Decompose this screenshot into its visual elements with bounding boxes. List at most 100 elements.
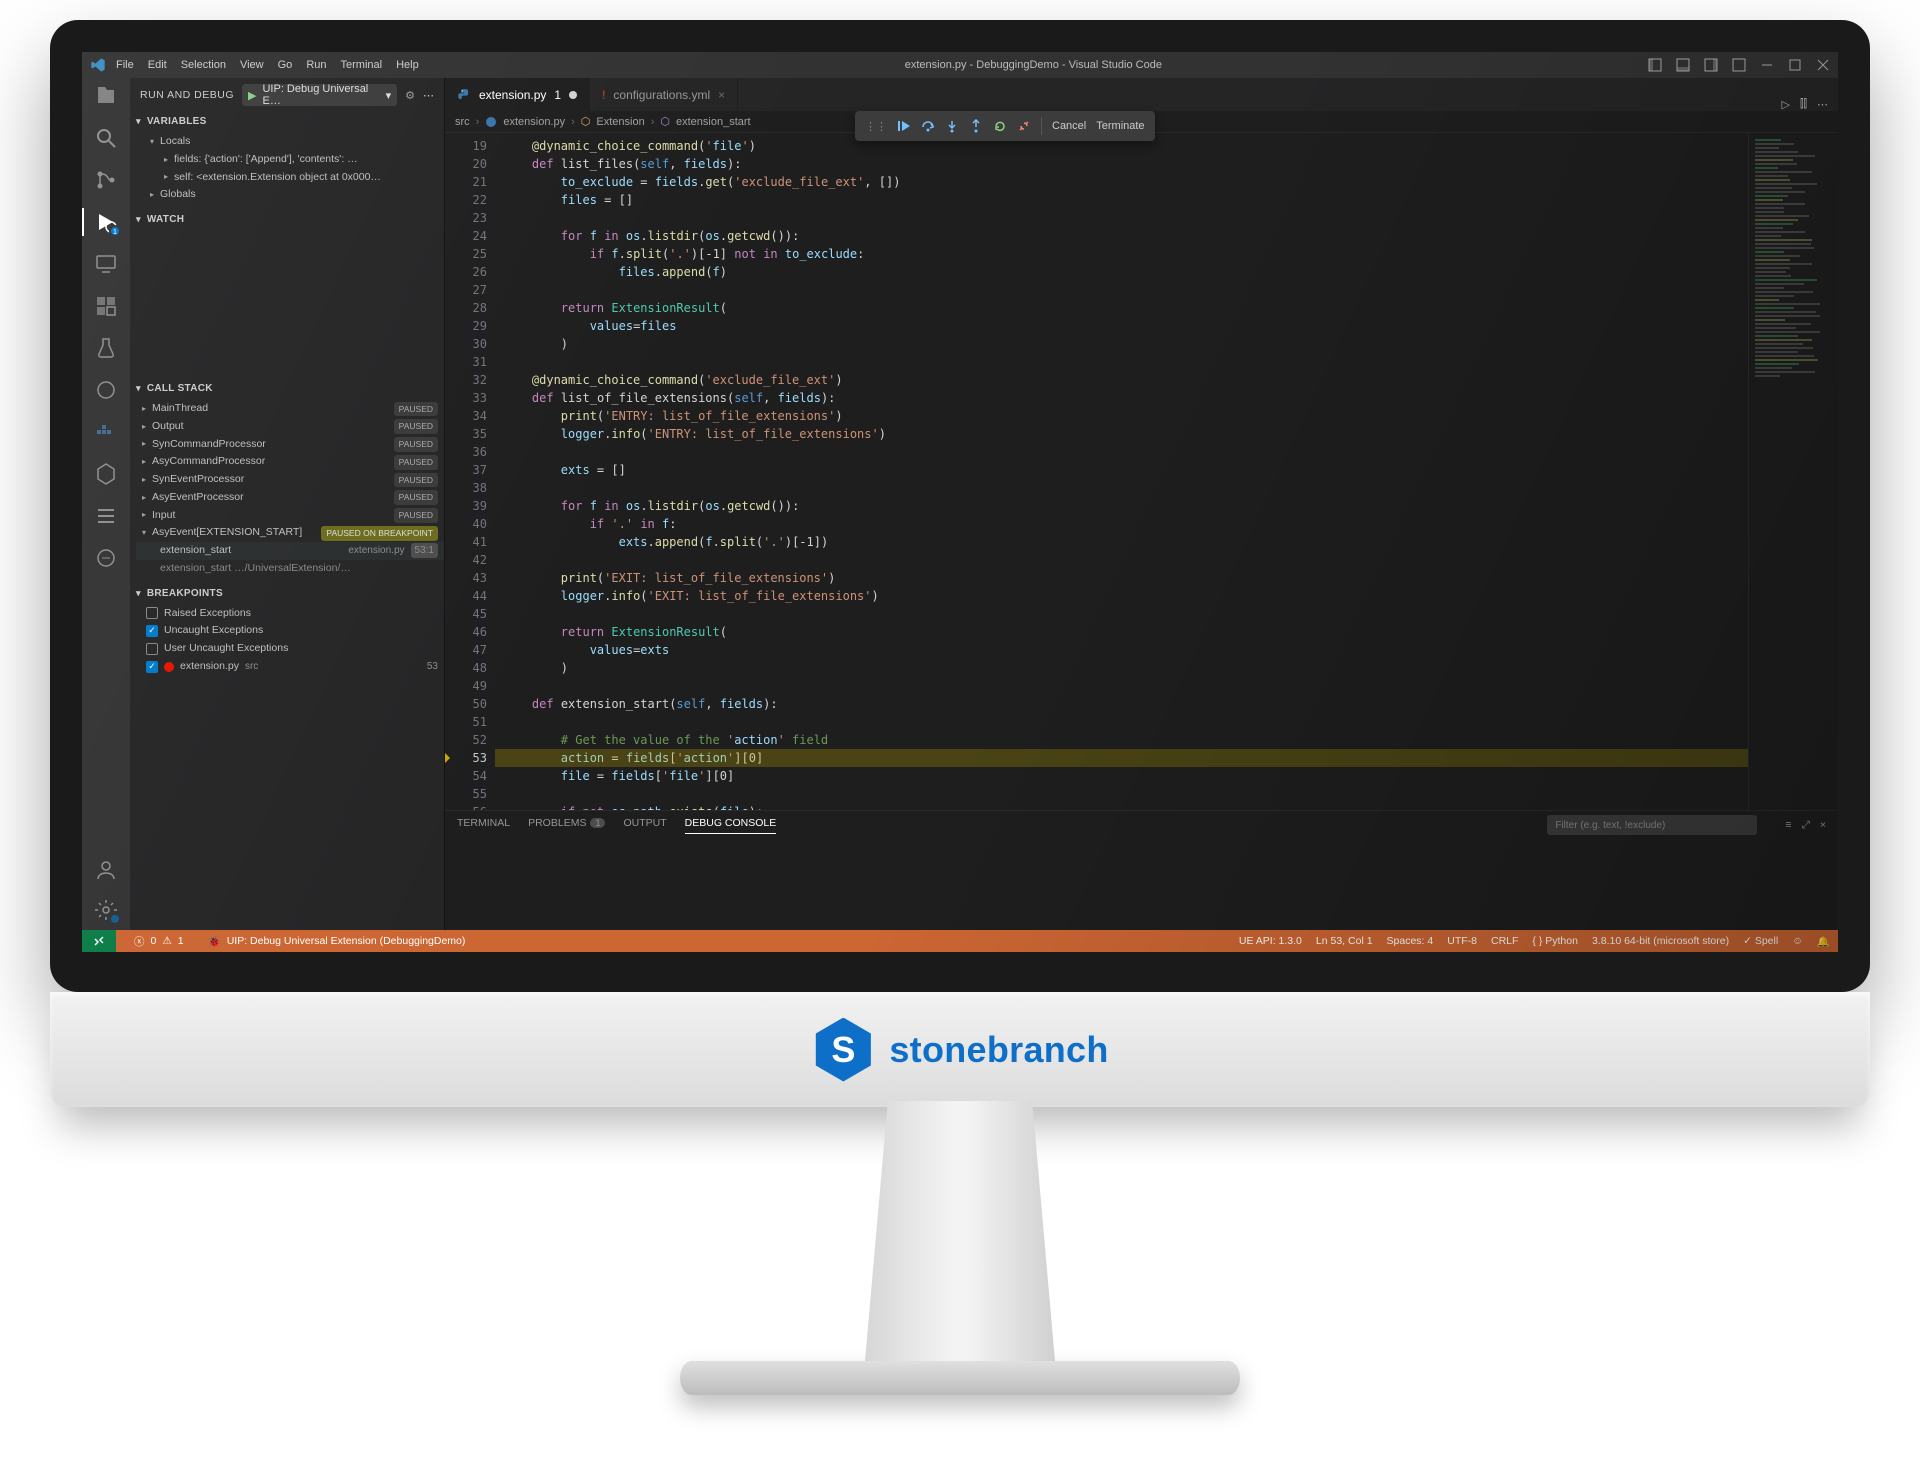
panel-icon[interactable] bbox=[1676, 58, 1690, 72]
docker-icon[interactable] bbox=[94, 420, 118, 444]
globals-node[interactable]: ▸Globals bbox=[144, 186, 444, 204]
menu-go[interactable]: Go bbox=[278, 59, 293, 71]
cancel-button[interactable]: Cancel bbox=[1052, 120, 1086, 132]
tab-configurations-yml[interactable]: ! configurations.yml × bbox=[590, 78, 738, 111]
drag-handle-icon[interactable]: ⋮⋮ bbox=[865, 120, 887, 133]
thread-row[interactable]: ▸SynCommandProcessorPAUSED bbox=[136, 436, 444, 454]
brand-logo: S stonebranch bbox=[811, 1018, 1108, 1082]
thread-row[interactable]: ▸OutputPAUSED bbox=[136, 418, 444, 436]
var-self[interactable]: ▸self: <extension.Extension object at 0x… bbox=[144, 169, 444, 187]
references-icon[interactable] bbox=[94, 378, 118, 402]
testing-icon[interactable] bbox=[94, 336, 118, 360]
list-icon[interactable] bbox=[94, 504, 118, 528]
callstack-header[interactable]: ▾CALL STACK bbox=[130, 379, 444, 398]
debug-config-dropdown[interactable]: ▶ UIP: Debug Universal E… ▾ bbox=[242, 84, 397, 106]
encoding-status[interactable]: UTF-8 bbox=[1447, 935, 1477, 948]
tab-extension-py[interactable]: extension.py 1 bbox=[445, 78, 590, 111]
menu-run[interactable]: Run bbox=[306, 59, 326, 71]
language-status[interactable]: { } Python bbox=[1532, 935, 1578, 948]
step-out-icon[interactable] bbox=[969, 119, 983, 133]
thread-row[interactable]: ▸AsyEventProcessorPAUSED bbox=[136, 489, 444, 507]
account-icon[interactable] bbox=[94, 858, 118, 882]
minimap[interactable] bbox=[1748, 133, 1838, 810]
layout2-icon[interactable] bbox=[1704, 58, 1718, 72]
variables-header[interactable]: ▾VARIABLES bbox=[130, 112, 444, 131]
close-panel-icon[interactable]: × bbox=[1820, 819, 1826, 832]
eol-status[interactable]: CRLF bbox=[1491, 935, 1518, 948]
thread-row[interactable]: ▸SynEventProcessorPAUSED bbox=[136, 471, 444, 489]
python-icon bbox=[457, 88, 471, 102]
clear-icon[interactable]: ≡ bbox=[1785, 819, 1791, 832]
close-icon[interactable] bbox=[1816, 58, 1830, 72]
tab-problems[interactable]: PROBLEMS1 bbox=[528, 817, 605, 833]
window-title: extension.py - DebuggingDemo - Visual St… bbox=[419, 59, 1648, 71]
thread-row[interactable]: ▸InputPAUSED bbox=[136, 507, 444, 525]
minimize-icon[interactable] bbox=[1760, 58, 1774, 72]
disconnect-icon[interactable] bbox=[1017, 119, 1031, 133]
breakpoint-file[interactable]: ✓extension.pysrc53 bbox=[140, 658, 444, 676]
thread-row[interactable]: ▸AsyCommandProcessorPAUSED bbox=[136, 453, 444, 471]
ueapi-status[interactable]: UE API: 1.3.0 bbox=[1239, 935, 1302, 948]
maximize-icon[interactable] bbox=[1788, 58, 1802, 72]
interpreter-status[interactable]: 3.8.10 64-bit (microsoft store) bbox=[1592, 935, 1729, 948]
stack-frame[interactable]: extension_startextension.py53:1 bbox=[136, 542, 444, 560]
status-bar: ⓧ 0 ⚠ 1 🐞 UIP: Debug Universal Extension… bbox=[82, 930, 1838, 952]
explorer-icon[interactable] bbox=[94, 84, 118, 108]
spell-status[interactable]: ✓ Spell bbox=[1743, 935, 1778, 948]
tab-label: configurations.yml bbox=[613, 88, 710, 102]
customize-icon[interactable] bbox=[1732, 58, 1746, 72]
more-icon[interactable]: ⋯ bbox=[1817, 98, 1828, 111]
menu-file[interactable]: File bbox=[116, 59, 134, 71]
cursor-position[interactable]: Ln 53, Col 1 bbox=[1316, 935, 1373, 948]
thread-row[interactable]: ▸MainThreadPAUSED bbox=[136, 400, 444, 418]
remote-indicator[interactable] bbox=[82, 930, 116, 952]
thread-row-active[interactable]: ▾AsyEvent[EXTENSION_START]PAUSED ON BREA… bbox=[136, 524, 444, 542]
menu-edit[interactable]: Edit bbox=[148, 59, 167, 71]
breakpoints-header[interactable]: ▾BREAKPOINTS bbox=[130, 584, 444, 603]
var-fields[interactable]: ▸fields: {'action': ['Append'], 'content… bbox=[144, 151, 444, 169]
breakpoint-option[interactable]: ✓Uncaught Exceptions bbox=[140, 622, 444, 640]
debug-toolbar[interactable]: ⋮⋮ Cancel Terminate bbox=[855, 111, 1155, 141]
scm-icon[interactable] bbox=[94, 168, 118, 192]
run-debug-icon[interactable]: 1 bbox=[94, 210, 118, 234]
breakpoint-option[interactable]: Raised Exceptions bbox=[140, 605, 444, 623]
remote-icon[interactable] bbox=[94, 252, 118, 276]
layout-icon[interactable] bbox=[1648, 58, 1662, 72]
search-icon[interactable] bbox=[94, 126, 118, 150]
tab-debug-console[interactable]: DEBUG CONSOLE bbox=[685, 817, 777, 834]
breakpoint-option[interactable]: User Uncaught Exceptions bbox=[140, 640, 444, 658]
tab-close-icon[interactable]: × bbox=[718, 88, 725, 102]
indent-status[interactable]: Spaces: 4 bbox=[1387, 935, 1434, 948]
watch-header[interactable]: ▾WATCH bbox=[130, 210, 444, 229]
config-gear-icon[interactable]: ⚙ bbox=[405, 89, 415, 102]
gear-icon[interactable] bbox=[94, 898, 118, 922]
menu-help[interactable]: Help bbox=[396, 59, 419, 71]
menu-bar[interactable]: File Edit Selection View Go Run Terminal… bbox=[116, 59, 419, 71]
stack-frame-dim[interactable]: extension_start …/UniversalExtension/… bbox=[136, 560, 444, 578]
extensions-icon[interactable] bbox=[94, 294, 118, 318]
continue-icon[interactable] bbox=[897, 119, 911, 133]
more-icon[interactable]: ⋯ bbox=[423, 89, 434, 102]
circle-icon[interactable] bbox=[94, 546, 118, 570]
notifications-icon[interactable]: 🔔 bbox=[1817, 935, 1830, 948]
step-over-icon[interactable] bbox=[921, 119, 935, 133]
filter-input[interactable]: Filter (e.g. text, !exclude) bbox=[1547, 815, 1757, 835]
code-editor[interactable]: 1920212223242526272829303132333435363738… bbox=[445, 133, 1838, 810]
problems-status[interactable]: ⓧ 0 ⚠ 1 bbox=[128, 930, 190, 952]
split-icon[interactable]: ⫿⫿ bbox=[1800, 98, 1807, 111]
menu-selection[interactable]: Selection bbox=[181, 59, 226, 71]
logo-mark: S bbox=[811, 1018, 875, 1082]
expand-icon[interactable]: ⤢ bbox=[1801, 819, 1809, 832]
feedback-icon[interactable]: ☺ bbox=[1792, 935, 1803, 948]
locals-node[interactable]: ▾Locals bbox=[144, 133, 444, 151]
hex-icon[interactable] bbox=[94, 462, 118, 486]
step-into-icon[interactable] bbox=[945, 119, 959, 133]
tab-terminal[interactable]: TERMINAL bbox=[457, 817, 510, 833]
debug-status[interactable]: 🐞 UIP: Debug Universal Extension (Debugg… bbox=[202, 930, 472, 952]
restart-icon[interactable] bbox=[993, 119, 1007, 133]
menu-terminal[interactable]: Terminal bbox=[341, 59, 383, 71]
menu-view[interactable]: View bbox=[240, 59, 264, 71]
tab-output[interactable]: OUTPUT bbox=[623, 817, 666, 833]
terminate-button[interactable]: Terminate bbox=[1096, 120, 1144, 132]
run-icon[interactable]: ▷ bbox=[1781, 98, 1789, 111]
